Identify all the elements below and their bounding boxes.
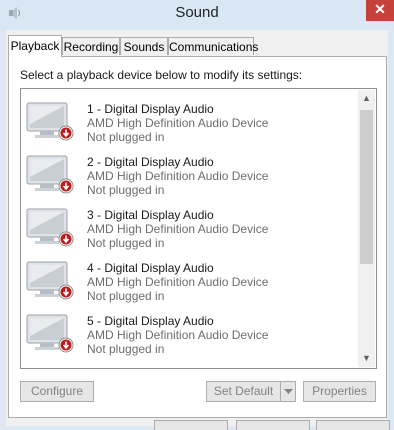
set-default-button[interactable]: Set Default — [206, 381, 281, 402]
device-name: 3 - Digital Display Audio — [87, 208, 214, 222]
device-name: 2 - Digital Display Audio — [87, 155, 214, 169]
window-title: Sound — [175, 4, 219, 21]
monitor-speaker-icon — [26, 102, 74, 141]
device-status: Not plugged in — [87, 342, 165, 356]
monitor-speaker-icon — [26, 314, 74, 353]
device-name: 1 - Digital Display Audio — [87, 102, 214, 116]
set-default-dropdown-button[interactable] — [280, 381, 296, 402]
apply-button[interactable] — [316, 420, 390, 430]
list-item[interactable]: 2 - Digital Display Audio AMD High Defin… — [26, 150, 356, 200]
scroll-up-icon[interactable]: ▲ — [358, 90, 375, 107]
monitor-speaker-icon — [26, 155, 74, 194]
monitor-speaker-icon — [26, 261, 74, 300]
scrollbar-thumb[interactable] — [360, 110, 373, 264]
device-driver: AMD High Definition Audio Device — [87, 222, 269, 236]
title-bar: Sound ✕ — [0, 0, 394, 30]
playback-device-list[interactable]: 1 - Digital Display Audio AMD High Defin… — [20, 88, 377, 369]
device-driver: AMD High Definition Audio Device — [87, 169, 269, 183]
tab-communications[interactable]: Communications — [168, 37, 258, 55]
chevron-down-icon — [284, 389, 293, 394]
close-icon: ✕ — [374, 1, 386, 17]
device-driver: AMD High Definition Audio Device — [87, 275, 269, 289]
close-button[interactable]: ✕ — [366, 0, 394, 21]
configure-button[interactable]: Configure — [20, 381, 94, 402]
list-item[interactable]: 3 - Digital Display Audio AMD High Defin… — [26, 203, 356, 253]
device-name: 4 - Digital Display Audio — [87, 261, 214, 275]
vertical-scrollbar[interactable]: ▲ ▼ — [358, 90, 375, 367]
list-item[interactable]: 4 - Digital Display Audio AMD High Defin… — [26, 256, 356, 306]
cancel-button[interactable] — [236, 420, 310, 430]
device-status: Not plugged in — [87, 289, 165, 303]
device-status: Not plugged in — [87, 236, 165, 250]
device-driver: AMD High Definition Audio Device — [87, 116, 269, 130]
ok-button[interactable] — [154, 420, 228, 430]
properties-button[interactable]: Properties — [303, 381, 376, 402]
device-status: Not plugged in — [87, 183, 165, 197]
device-status: Not plugged in — [87, 130, 165, 144]
list-item[interactable]: 5 - Digital Display Audio AMD High Defin… — [26, 309, 356, 359]
list-item[interactable]: 1 - Digital Display Audio AMD High Defin… — [26, 97, 356, 147]
tab-recording[interactable]: Recording — [62, 37, 120, 55]
instruction-label: Select a playback device below to modify… — [20, 68, 303, 82]
device-name: 5 - Digital Display Audio — [87, 314, 214, 328]
scroll-down-icon[interactable]: ▼ — [358, 350, 375, 367]
monitor-speaker-icon — [26, 208, 74, 247]
device-driver: AMD High Definition Audio Device — [87, 328, 269, 342]
tab-playback[interactable]: Playback — [8, 35, 62, 57]
tab-sounds[interactable]: Sounds — [120, 37, 168, 55]
